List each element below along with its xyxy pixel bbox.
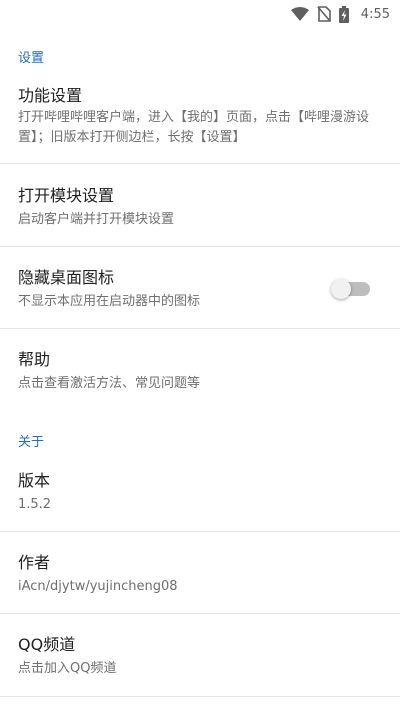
section-header-settings: 设置 — [18, 51, 45, 66]
pref-summary: 1.5.2 — [18, 497, 52, 512]
divider — [0, 328, 400, 329]
pref-title: 打开模块设置 — [18, 186, 115, 205]
pref-summary: 点击加入QQ频道 — [18, 661, 117, 676]
battery-charging-icon — [338, 5, 349, 23]
pref-summary: 打开哔哩哔哩客户端，进入【我的】页面，点击【哔哩漫游设置】；旧版本打开侧边栏，长… — [18, 110, 370, 145]
pref-summary: iAcn/djytw/yujincheng08 — [18, 579, 178, 594]
divider — [0, 163, 400, 164]
pref-function-settings[interactable]: 功能设置 打开哔哩哔哩客户端，进入【我的】页面，点击【哔哩漫游设置】；旧版本打开… — [0, 86, 400, 148]
pref-title: 帮助 — [18, 350, 51, 369]
pref-author[interactable]: 作者 iAcn/djytw/yujincheng08 — [0, 553, 400, 597]
pref-title: 版本 — [18, 471, 51, 490]
divider — [0, 531, 400, 532]
pref-title: 作者 — [18, 553, 51, 572]
toggle-thumb — [331, 279, 351, 299]
section-header-about: 关于 — [18, 435, 45, 450]
wifi-icon — [290, 7, 309, 21]
status-bar: 4:55 — [0, 0, 400, 28]
no-sim-icon — [317, 6, 331, 22]
pref-summary: 点击查看激活方法、常见问题等 — [18, 376, 201, 391]
divider — [0, 246, 400, 247]
divider — [0, 696, 400, 697]
pref-open-module-settings[interactable]: 打开模块设置 启动客户端并打开模块设置 — [0, 186, 400, 230]
pref-qq-channel[interactable]: QQ频道 点击加入QQ频道 — [0, 635, 400, 679]
hide-icon-toggle[interactable] — [331, 279, 370, 299]
pref-title: 功能设置 — [18, 86, 83, 105]
pref-summary: 启动客户端并打开模块设置 — [18, 212, 175, 227]
status-time: 4:55 — [360, 6, 390, 22]
pref-version[interactable]: 版本 1.5.2 — [0, 471, 400, 515]
pref-title: 隐藏桌面图标 — [18, 268, 115, 287]
pref-summary: 不显示本应用在启动器中的图标 — [18, 294, 201, 309]
pref-title: QQ频道 — [18, 635, 76, 654]
divider — [0, 613, 400, 614]
pref-help[interactable]: 帮助 点击查看激活方法、常见问题等 — [0, 350, 400, 394]
settings-screen: 4:55 设置 功能设置 打开哔哩哔哩客户端，进入【我的】页面，点击【哔哩漫游设… — [0, 0, 400, 711]
